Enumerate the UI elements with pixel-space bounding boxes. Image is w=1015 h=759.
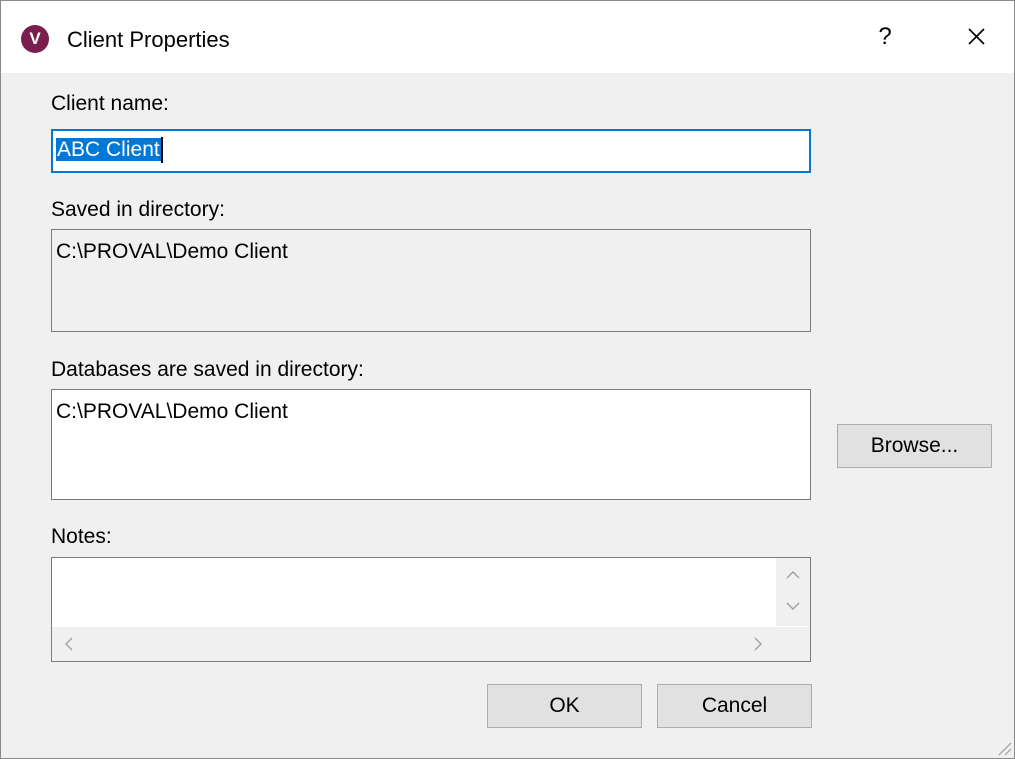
databases-directory-label: Databases are saved in directory: — [51, 358, 364, 381]
dialog-title: Client Properties — [67, 27, 230, 52]
notes-label: Notes: — [51, 525, 112, 548]
scroll-right-icon[interactable] — [754, 637, 763, 651]
resize-grip-icon[interactable] — [994, 738, 1012, 756]
close-button[interactable] — [951, 15, 1001, 57]
ok-button[interactable]: OK — [487, 684, 642, 728]
scroll-up-icon[interactable] — [786, 570, 800, 579]
help-button[interactable]: ? — [861, 19, 909, 55]
text-caret — [160, 137, 163, 163]
title-bar: V Client Properties ? — [1, 1, 1014, 73]
notes-vertical-scrollbar[interactable] — [776, 558, 810, 626]
client-properties-dialog: V Client Properties ? Client name: ABC C… — [0, 0, 1015, 759]
saved-directory-field: C:\PROVAL\Demo Client — [51, 229, 811, 332]
browse-button[interactable]: Browse... — [837, 424, 992, 468]
client-name-input[interactable]: ABC Client — [51, 129, 811, 173]
scroll-left-icon[interactable] — [64, 637, 73, 651]
app-logo-icon: V — [21, 25, 49, 53]
notes-textarea[interactable] — [51, 557, 811, 662]
client-name-value: ABC Client — [56, 138, 161, 161]
databases-directory-field[interactable]: C:\PROVAL\Demo Client — [51, 389, 811, 500]
saved-directory-label: Saved in directory: — [51, 198, 225, 221]
notes-horizontal-scrollbar[interactable] — [52, 627, 776, 661]
cancel-button[interactable]: Cancel — [657, 684, 812, 728]
client-name-label: Client name: — [51, 92, 169, 115]
scroll-down-icon[interactable] — [786, 602, 800, 611]
close-icon — [968, 28, 985, 45]
scrollbar-corner — [776, 627, 810, 661]
